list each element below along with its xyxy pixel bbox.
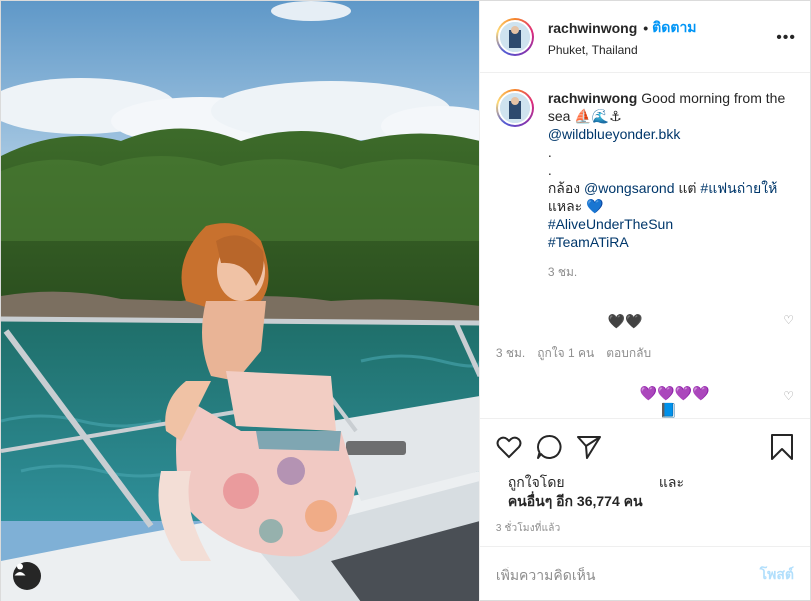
likes-summary: ถูกใจโดย และ คนอื่นๆ อีก 36,774 คน (496, 473, 794, 511)
comment-icon[interactable] (536, 427, 576, 467)
comment-likes[interactable]: ถูกใจ 1 คน (537, 344, 594, 363)
caption-end-text: แหละ (547, 198, 583, 214)
comment-input[interactable] (495, 566, 760, 583)
comment-item: 🖤🖤 ♡ (496, 313, 794, 330)
post-timestamp[interactable]: 3 ชั่วโมงที่แล้ว (496, 521, 794, 536)
send-icon[interactable] (576, 427, 616, 467)
post-side-panel: rachwinwong • ติดตาม Phuket, Thailand ••… (478, 1, 810, 601)
comments-list: rachwinwong Good morning from the sea ⛵🌊⚓… (480, 73, 810, 418)
comment-like-icon[interactable]: ♡ (783, 313, 794, 327)
user-icon (14, 563, 26, 576)
hashtag-link[interactable]: #AliveUnderTheSun (548, 216, 673, 232)
more-options-icon[interactable]: ••• (776, 29, 796, 47)
tagged-users-button[interactable] (13, 562, 41, 590)
avatar-image (499, 21, 530, 52)
bookmark-icon[interactable] (754, 427, 794, 467)
liked-by-label: ถูกใจโดย (507, 474, 565, 490)
post-header: rachwinwong • ติดตาม Phuket, Thailand ••… (479, 1, 810, 73)
caption-username[interactable]: rachwinwong (548, 90, 637, 106)
comment-text: 🖤🖤 (607, 313, 643, 329)
comment-time[interactable]: 3 ชม. (496, 344, 525, 363)
add-comment-bar: โพสต์ (479, 546, 810, 601)
hashtag-link[interactable]: #TeamATiRA (548, 234, 629, 250)
follow-button[interactable]: ติดตาม (652, 17, 696, 39)
likes-count-button[interactable]: คนอื่นๆ อีก 36,774 คน (496, 492, 794, 511)
comment-text: 💜💜💜💜 (639, 385, 710, 401)
author-username[interactable]: rachwinwong (548, 20, 637, 36)
post-photo[interactable] (1, 1, 479, 601)
photo-illustration (1, 1, 479, 601)
comment-item: 💜💜💜💜 📘 ♡ (496, 385, 794, 418)
comment-meta: 3 ชม. ถูกใจ 1 คน ตอบกลับ (496, 344, 794, 363)
caption-dot: . (547, 162, 552, 178)
hashtag-link[interactable]: #แฟนถ่ายให้ (700, 180, 777, 196)
likes-and: และ (658, 474, 684, 490)
mention-link[interactable]: @wongsarond (584, 180, 675, 196)
comment-text: 📘 (659, 402, 678, 418)
caption-avatar[interactable] (495, 89, 534, 127)
heart-icon[interactable] (496, 427, 536, 467)
post-comment-button[interactable]: โพสต์ (760, 564, 794, 586)
mention-link[interactable]: @wildblueyonder.bkk (548, 126, 681, 142)
reply-button[interactable]: ตอบกลับ (606, 344, 651, 363)
caption-text: rachwinwong Good morning from the sea ⛵🌊⚓… (548, 89, 793, 281)
caption-dot: . (547, 144, 552, 160)
caption-emojis: ⛵🌊⚓ (574, 108, 622, 124)
post-actions: ถูกใจโดย และ คนอื่นๆ อีก 36,774 คน 3 ชั่… (479, 418, 810, 536)
blue-heart-emoji: 💙 (586, 198, 604, 214)
comment-like-icon[interactable]: ♡ (783, 389, 794, 403)
caption-comment: rachwinwong Good morning from the sea ⛵🌊⚓… (495, 89, 794, 281)
caption-but-text: แต่ (678, 180, 697, 196)
caption-camera-text: กล้อง (547, 180, 581, 196)
author-avatar[interactable] (495, 17, 534, 56)
post-dialog: rachwinwong • ติดตาม Phuket, Thailand ••… (0, 0, 811, 601)
separator-dot: • (643, 19, 649, 36)
caption-time[interactable]: 3 ชม. (548, 263, 793, 281)
post-location[interactable]: Phuket, Thailand (548, 43, 697, 57)
avatar-image (499, 93, 530, 123)
